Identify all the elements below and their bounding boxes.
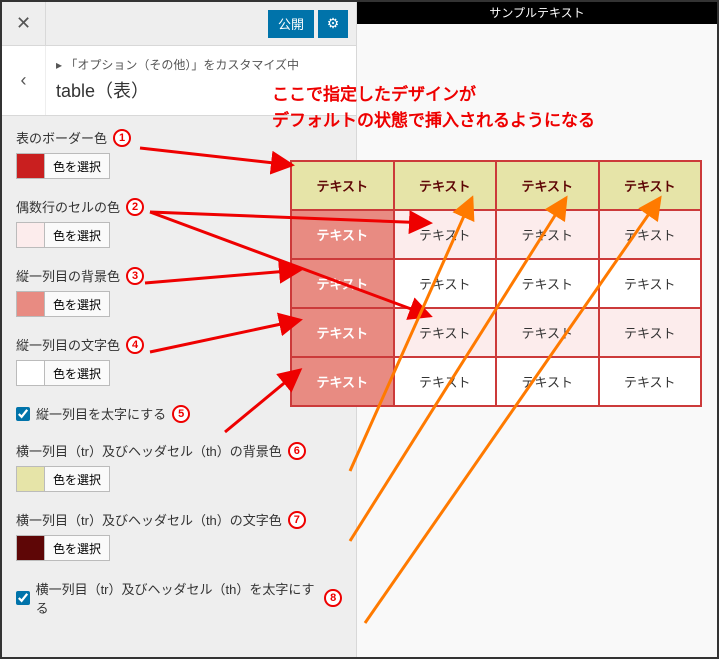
sidebar-topbar: ✕ 公開 ⚙ [2, 2, 356, 46]
table-firstcol-cell: テキスト [291, 259, 394, 308]
table-cell: テキスト [599, 308, 702, 357]
color-swatch [16, 535, 44, 561]
table-cell: テキスト [496, 259, 599, 308]
badge-2: 2 [126, 198, 144, 216]
color-pick-button[interactable]: 色を選択 [44, 466, 110, 492]
color-pick-button[interactable]: 色を選択 [44, 535, 110, 561]
option-header-bold[interactable]: 横一列目（tr）及びヘッダセル（th）を太字にする 8 [16, 579, 342, 617]
close-button[interactable]: ✕ [2, 2, 46, 46]
close-icon: ✕ [16, 13, 31, 34]
checkbox-firstcol-bold[interactable] [16, 407, 30, 421]
table-row: テキスト テキスト テキスト テキスト [291, 308, 701, 357]
preview-header: サンプルテキスト [357, 2, 717, 24]
annotation-line-2: デフォルトの状態で挿入されるようになる [272, 108, 712, 134]
badge-3: 3 [126, 267, 144, 285]
table-cell: テキスト [394, 259, 497, 308]
breadcrumb: ▸ 「オプション（その他）」をカスタマイズ中 [56, 56, 346, 73]
badge-8: 8 [324, 589, 342, 607]
table-header-cell: テキスト [394, 161, 497, 210]
color-pick-button[interactable]: 色を選択 [44, 222, 110, 248]
table-cell: テキスト [394, 308, 497, 357]
checkbox-label: 横一列目（tr）及びヘッダセル（th）を太字にする [36, 579, 319, 617]
color-swatch [16, 360, 44, 386]
table-row: テキスト テキスト テキスト テキスト [291, 357, 701, 406]
option-label: 偶数行のセルの色 [16, 197, 120, 216]
table-header-cell: テキスト [599, 161, 702, 210]
table-cell: テキスト [496, 357, 599, 406]
table-header-cell: テキスト [496, 161, 599, 210]
publish-button[interactable]: 公開 [268, 10, 314, 38]
table-cell: テキスト [599, 210, 702, 259]
option-label: 表のボーダー色 [16, 128, 107, 147]
option-header-text: 横一列目（tr）及びヘッダセル（th）の文字色 7 色を選択 [16, 510, 342, 561]
checkbox-header-bold[interactable] [16, 591, 30, 605]
badge-6: 6 [288, 442, 306, 460]
table-header-cell: テキスト [291, 161, 394, 210]
annotation-text: ここで指定したデザインが デフォルトの状態で挿入されるようになる [272, 82, 712, 133]
table-header-row: テキスト テキスト テキスト テキスト [291, 161, 701, 210]
table-cell: テキスト [496, 308, 599, 357]
table-firstcol-cell: テキスト [291, 357, 394, 406]
option-header-bg: 横一列目（tr）及びヘッダセル（th）の背景色 6 色を選択 [16, 441, 342, 492]
checkbox-label: 縦一列目を太字にする [36, 404, 166, 423]
option-label: 横一列目（tr）及びヘッダセル（th）の背景色 [16, 441, 282, 460]
sample-table: テキスト テキスト テキスト テキスト テキスト テキスト テキスト テキスト … [290, 160, 702, 407]
badge-5: 5 [172, 405, 190, 423]
table-cell: テキスト [496, 210, 599, 259]
table-cell: テキスト [394, 357, 497, 406]
settings-button[interactable]: ⚙ [318, 10, 348, 38]
color-pick-button[interactable]: 色を選択 [44, 291, 110, 317]
badge-4: 4 [126, 336, 144, 354]
chevron-left-icon: ‹ [21, 70, 27, 91]
option-label: 横一列目（tr）及びヘッダセル（th）の文字色 [16, 510, 282, 529]
back-button[interactable]: ‹ [2, 46, 46, 115]
table-firstcol-cell: テキスト [291, 210, 394, 259]
color-pick-button[interactable]: 色を選択 [44, 360, 110, 386]
badge-1: 1 [113, 129, 131, 147]
badge-7: 7 [288, 511, 306, 529]
color-swatch [16, 291, 44, 317]
color-swatch [16, 153, 44, 179]
table-firstcol-cell: テキスト [291, 308, 394, 357]
color-pick-button[interactable]: 色を選択 [44, 153, 110, 179]
table-cell: テキスト [394, 210, 497, 259]
option-label: 縦一列目の文字色 [16, 335, 120, 354]
gear-icon: ⚙ [327, 15, 340, 32]
table-cell: テキスト [599, 357, 702, 406]
annotation-line-1: ここで指定したデザインが [272, 82, 712, 108]
table-row: テキスト テキスト テキスト テキスト [291, 259, 701, 308]
color-swatch [16, 466, 44, 492]
table-row: テキスト テキスト テキスト テキスト [291, 210, 701, 259]
color-swatch [16, 222, 44, 248]
option-label: 縦一列目の背景色 [16, 266, 120, 285]
table-cell: テキスト [599, 259, 702, 308]
